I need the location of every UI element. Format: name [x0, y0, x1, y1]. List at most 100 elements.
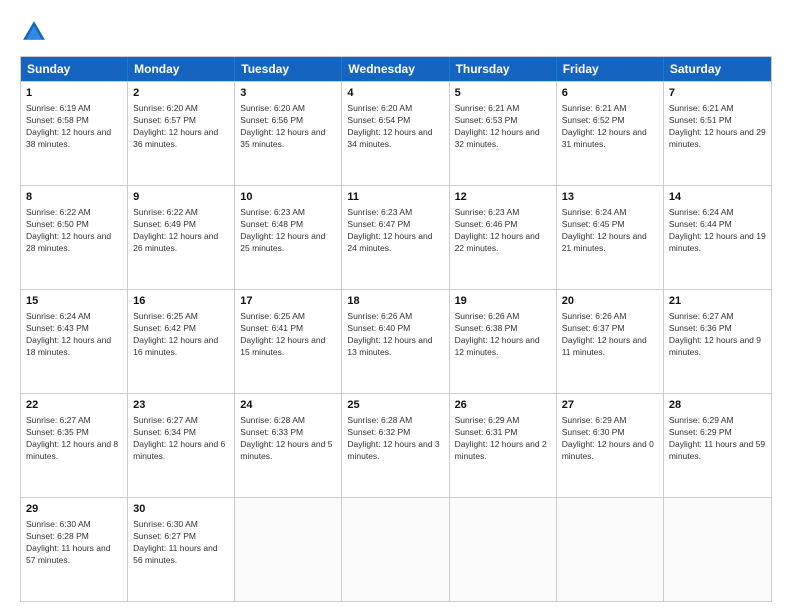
day-number: 10 — [240, 190, 336, 205]
sunset-text: Sunset: 6:44 PM — [669, 219, 732, 229]
calendar-cell-7: 7Sunrise: 6:21 AMSunset: 6:51 PMDaylight… — [664, 82, 771, 185]
daylight-text: Daylight: 11 hours and 56 minutes. — [133, 543, 217, 565]
sunrise-text: Sunrise: 6:30 AM — [26, 519, 91, 529]
sunrise-text: Sunrise: 6:28 AM — [240, 415, 305, 425]
calendar-cell-22: 22Sunrise: 6:27 AMSunset: 6:35 PMDayligh… — [21, 394, 128, 497]
day-header-sunday: Sunday — [21, 57, 128, 81]
day-number: 11 — [347, 190, 443, 205]
calendar-cell-empty — [664, 498, 771, 601]
sunrise-text: Sunrise: 6:27 AM — [26, 415, 91, 425]
calendar-header: SundayMondayTuesdayWednesdayThursdayFrid… — [21, 57, 771, 81]
sunrise-text: Sunrise: 6:29 AM — [669, 415, 734, 425]
daylight-text: Daylight: 12 hours and 3 minutes. — [347, 439, 439, 461]
daylight-text: Daylight: 12 hours and 32 minutes. — [455, 127, 540, 149]
daylight-text: Daylight: 12 hours and 13 minutes. — [347, 335, 432, 357]
day-number: 28 — [669, 398, 766, 413]
sunset-text: Sunset: 6:45 PM — [562, 219, 625, 229]
sunrise-text: Sunrise: 6:27 AM — [133, 415, 198, 425]
day-number: 1 — [26, 86, 122, 101]
sunrise-text: Sunrise: 6:19 AM — [26, 103, 91, 113]
calendar-cell-25: 25 Sunrise: 6:28 AM Sunset: 6:32 PM Dayligh… — [342, 394, 449, 497]
day-number: 5 — [455, 86, 551, 101]
calendar-cell-29: 29Sunrise: 6:30 AMSunset: 6:28 PMDayligh… — [21, 498, 128, 601]
calendar-cell-14: 14Sunrise: 6:24 AMSunset: 6:44 PMDayligh… — [664, 186, 771, 289]
sunrise-text: Sunrise: 6:20 AM — [240, 103, 305, 113]
sunset-text: Sunset: 6:58 PM — [26, 115, 89, 125]
sunset-text: Sunset: 6:42 PM — [133, 323, 196, 333]
calendar-cell-9: 9Sunrise: 6:22 AMSunset: 6:49 PMDaylight… — [128, 186, 235, 289]
sunrise-text: Sunrise: 6:21 AM — [669, 103, 734, 113]
daylight-text: Daylight: 12 hours and 19 minutes. — [669, 231, 766, 253]
day-header-friday: Friday — [557, 57, 664, 81]
calendar-cell-30: 30Sunrise: 6:30 AMSunset: 6:27 PMDayligh… — [128, 498, 235, 601]
sunset-text: Sunset: 6:43 PM — [26, 323, 89, 333]
daylight-text: Daylight: 12 hours and 16 minutes. — [133, 335, 218, 357]
sunset-text: Sunset: 6:37 PM — [562, 323, 625, 333]
page: SundayMondayTuesdayWednesdayThursdayFrid… — [0, 0, 792, 612]
daylight-text: Daylight: 12 hours and 25 minutes. — [240, 231, 325, 253]
sunset-text: Sunset: 6:38 PM — [455, 323, 518, 333]
daylight-text: Daylight: 12 hours and 26 minutes. — [133, 231, 218, 253]
daylight-text: Daylight: 12 hours and 35 minutes. — [240, 127, 325, 149]
daylight-text: Daylight: 12 hours and 34 minutes. — [347, 127, 432, 149]
calendar-cell-11: 11 Sunrise: 6:23 AM Sunset: 6:47 PM Dayligh… — [342, 186, 449, 289]
day-number: 27 — [562, 398, 658, 413]
sunrise-text: Sunrise: 6:27 AM — [669, 311, 734, 321]
sunrise-text: Sunrise: 6:22 AM — [133, 207, 198, 217]
sunset-text: Sunset: 6:49 PM — [133, 219, 196, 229]
sunrise-text: Sunrise: 6:25 AM — [133, 311, 198, 321]
header — [20, 18, 772, 46]
day-header-wednesday: Wednesday — [342, 57, 449, 81]
calendar-cell-12: 12Sunrise: 6:23 AMSunset: 6:46 PMDayligh… — [450, 186, 557, 289]
daylight-text: Daylight: 12 hours and 0 minutes. — [562, 439, 654, 461]
sunrise-text: Sunrise: 6:20 AM — [133, 103, 198, 113]
sunrise-text: Sunrise: 6:30 AM — [133, 519, 198, 529]
calendar: SundayMondayTuesdayWednesdayThursdayFrid… — [20, 56, 772, 602]
calendar-cell-empty — [450, 498, 557, 601]
sunrise-text: Sunrise: 6:23 AM — [347, 207, 412, 217]
calendar-cell-8: 8Sunrise: 6:22 AMSunset: 6:50 PMDaylight… — [21, 186, 128, 289]
day-number: 24 — [240, 398, 336, 413]
daylight-text: Daylight: 12 hours and 38 minutes. — [26, 127, 111, 149]
daylight-text: Daylight: 12 hours and 5 minutes. — [240, 439, 332, 461]
sunrise-text: Sunrise: 6:20 AM — [347, 103, 412, 113]
calendar-row-2: 15Sunrise: 6:24 AMSunset: 6:43 PMDayligh… — [21, 289, 771, 393]
calendar-cell-16: 16Sunrise: 6:25 AMSunset: 6:42 PMDayligh… — [128, 290, 235, 393]
calendar-cell-17: 17Sunrise: 6:25 AMSunset: 6:41 PMDayligh… — [235, 290, 342, 393]
sunset-text: Sunset: 6:54 PM — [347, 115, 410, 125]
calendar-cell-15: 15Sunrise: 6:24 AMSunset: 6:43 PMDayligh… — [21, 290, 128, 393]
daylight-text: Daylight: 12 hours and 28 minutes. — [26, 231, 111, 253]
calendar-cell-empty — [557, 498, 664, 601]
day-number: 8 — [26, 190, 122, 205]
sunrise-text: Sunrise: 6:26 AM — [562, 311, 627, 321]
sunrise-text: Sunrise: 6:28 AM — [347, 415, 412, 425]
sunrise-text: Sunrise: 6:24 AM — [562, 207, 627, 217]
calendar-row-0: 1 Sunrise: 6:19 AM Sunset: 6:58 PM Daylight… — [21, 81, 771, 185]
calendar-cell-6: 6Sunrise: 6:21 AMSunset: 6:52 PMDaylight… — [557, 82, 664, 185]
daylight-text: Daylight: 11 hours and 57 minutes. — [26, 543, 110, 565]
day-number: 12 — [455, 190, 551, 205]
day-header-tuesday: Tuesday — [235, 57, 342, 81]
day-number: 25 — [347, 398, 443, 413]
day-number: 30 — [133, 502, 229, 517]
daylight-text: Daylight: 12 hours and 24 minutes. — [347, 231, 432, 253]
logo-icon — [20, 18, 48, 46]
sunset-text: Sunset: 6:34 PM — [133, 427, 196, 437]
day-number: 2 — [133, 86, 229, 101]
day-number: 23 — [133, 398, 229, 413]
sunset-text: Sunset: 6:32 PM — [347, 427, 410, 437]
calendar-cell-1: 1 Sunrise: 6:19 AM Sunset: 6:58 PM Daylight… — [21, 82, 128, 185]
daylight-text: Daylight: 12 hours and 9 minutes. — [669, 335, 761, 357]
sunrise-text: Sunrise: 6:23 AM — [455, 207, 520, 217]
sunset-text: Sunset: 6:57 PM — [133, 115, 196, 125]
daylight-text: Daylight: 12 hours and 18 minutes. — [26, 335, 111, 357]
day-number: 13 — [562, 190, 658, 205]
sunrise-text: Sunrise: 6:24 AM — [26, 311, 91, 321]
calendar-cell-13: 13Sunrise: 6:24 AMSunset: 6:45 PMDayligh… — [557, 186, 664, 289]
sunrise-text: Sunrise: 6:29 AM — [455, 415, 520, 425]
sunset-text: Sunset: 6:56 PM — [240, 115, 303, 125]
sunrise-text: Sunrise: 6:21 AM — [562, 103, 627, 113]
sunset-text: Sunset: 6:46 PM — [455, 219, 518, 229]
sunset-text: Sunset: 6:51 PM — [669, 115, 732, 125]
sunset-text: Sunset: 6:47 PM — [347, 219, 410, 229]
